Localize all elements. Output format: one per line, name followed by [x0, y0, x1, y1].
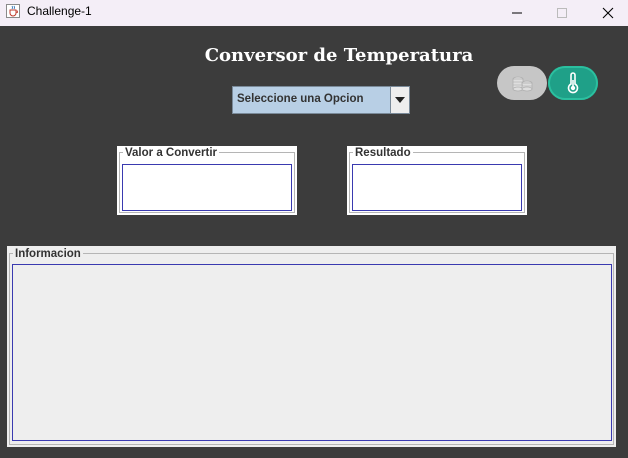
java-cup-icon — [6, 4, 20, 18]
info-text-area[interactable] — [12, 264, 612, 441]
main-content: Conversor de Temperatura Seleccione una … — [0, 26, 628, 458]
input-panel-legend: Valor a Convertir — [123, 147, 220, 160]
select-value: Seleccione una Opcion — [237, 93, 364, 105]
value-input-field[interactable] — [122, 164, 292, 211]
chevron-down-icon — [395, 97, 405, 103]
conversion-option-select[interactable]: Seleccione una Opcion — [232, 86, 410, 114]
maximize-icon — [557, 8, 567, 18]
result-panel: Resultado — [347, 146, 527, 215]
info-panel: Informacion — [7, 246, 616, 447]
minimize-icon — [512, 12, 522, 14]
close-icon — [602, 7, 614, 19]
dropdown-arrow[interactable] — [390, 87, 409, 113]
currency-mode-button[interactable] — [497, 66, 547, 100]
thermometer-icon — [567, 72, 579, 94]
result-output-field — [352, 164, 522, 211]
maximize-button[interactable] — [539, 0, 585, 26]
result-panel-legend: Resultado — [353, 147, 413, 160]
temperature-mode-button[interactable] — [548, 66, 598, 100]
minimize-button[interactable] — [494, 0, 540, 26]
close-button[interactable] — [585, 0, 628, 26]
window-title: Challenge-1 — [27, 4, 92, 18]
coins-icon — [512, 76, 533, 92]
page-title: Conversor de Temperatura — [204, 45, 474, 66]
title-bar: Challenge-1 — [0, 0, 628, 26]
input-panel: Valor a Convertir — [117, 146, 297, 215]
info-panel-legend: Informacion — [13, 248, 83, 261]
